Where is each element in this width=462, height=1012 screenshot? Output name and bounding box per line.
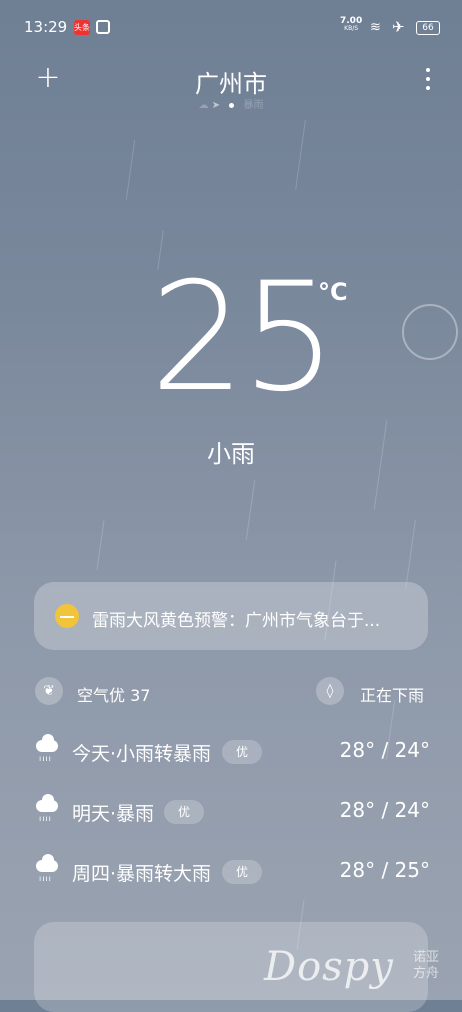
precipitation-status[interactable]: 正在下雨 [360,682,424,706]
leaf-icon: ❦ [35,677,63,705]
status-bar: 13:29 头条 7.00 KB/S ≋ ✈ 66 [0,0,462,56]
temperature-range: 28° / 25° [339,858,430,882]
watermark-brand: Dospy [264,944,394,990]
current-page-dot [229,102,235,108]
page-indicator: ☁ ➤ 暴雨 [0,96,462,111]
weather-alert-card[interactable]: 雷雨大风黄色预警：广州市气象台于... [34,582,428,650]
aqi-badge: 优 [222,860,263,884]
network-speed-unit: KB/S [344,25,359,32]
more-icon[interactable] [424,66,432,92]
current-temperature: 25 [150,251,337,425]
wifi-icon: ≋ [370,20,381,35]
app-notification-icon [96,20,110,34]
forecast-label: 周四·暴雨转大雨 [72,863,212,885]
status-time: 13:29 [24,18,68,36]
air-quality-text[interactable]: 空气优 37 [77,682,150,706]
aqi-badge: 优 [164,800,205,824]
temperature-range: 28° / 24° [339,798,430,822]
temperature-unit: °C [318,278,348,306]
current-condition: 小雨 [207,440,255,468]
alert-text: 雷雨大风黄色预警：广州市气象台于... [92,611,381,631]
temperature-range: 28° / 24° [339,738,430,762]
forecast-label: 明天·暴雨 [72,803,155,825]
forecast-row[interactable]: ıııı 今天·小雨转暴雨 优 28° / 24° [34,732,430,772]
rain-background [0,0,462,1000]
location-icon: ➤ [211,100,221,111]
floating-ring-button[interactable] [402,304,458,360]
network-speed: 7.00 KB/S [340,17,362,33]
city-title: 广州市 [195,70,267,98]
rain-cloud-icon: ıııı [34,854,62,886]
warning-sun-icon [55,604,79,628]
droplet-icon: ◊ [316,677,344,705]
forecast-row[interactable]: ıııı 周四·暴雨转大雨 优 28° / 25° [34,852,430,892]
battery-icon: 66 [416,21,440,35]
rain-cloud-icon: ıııı [34,794,62,826]
airplane-icon: ✈ [392,18,405,36]
news-app-icon: 头条 [74,20,90,35]
pager-right-hint: 暴雨 [243,100,264,111]
watermark-cn: 诺亚方舟 [413,950,440,981]
network-speed-value: 7.00 [340,16,363,26]
pager-left-hint: ☁ [198,100,209,111]
aqi-badge: 优 [222,740,263,764]
rain-cloud-icon: ıııı [34,734,62,766]
forecast-row[interactable]: ıııı 明天·暴雨 优 28° / 24° [34,792,430,832]
forecast-label: 今天·小雨转暴雨 [72,743,212,765]
